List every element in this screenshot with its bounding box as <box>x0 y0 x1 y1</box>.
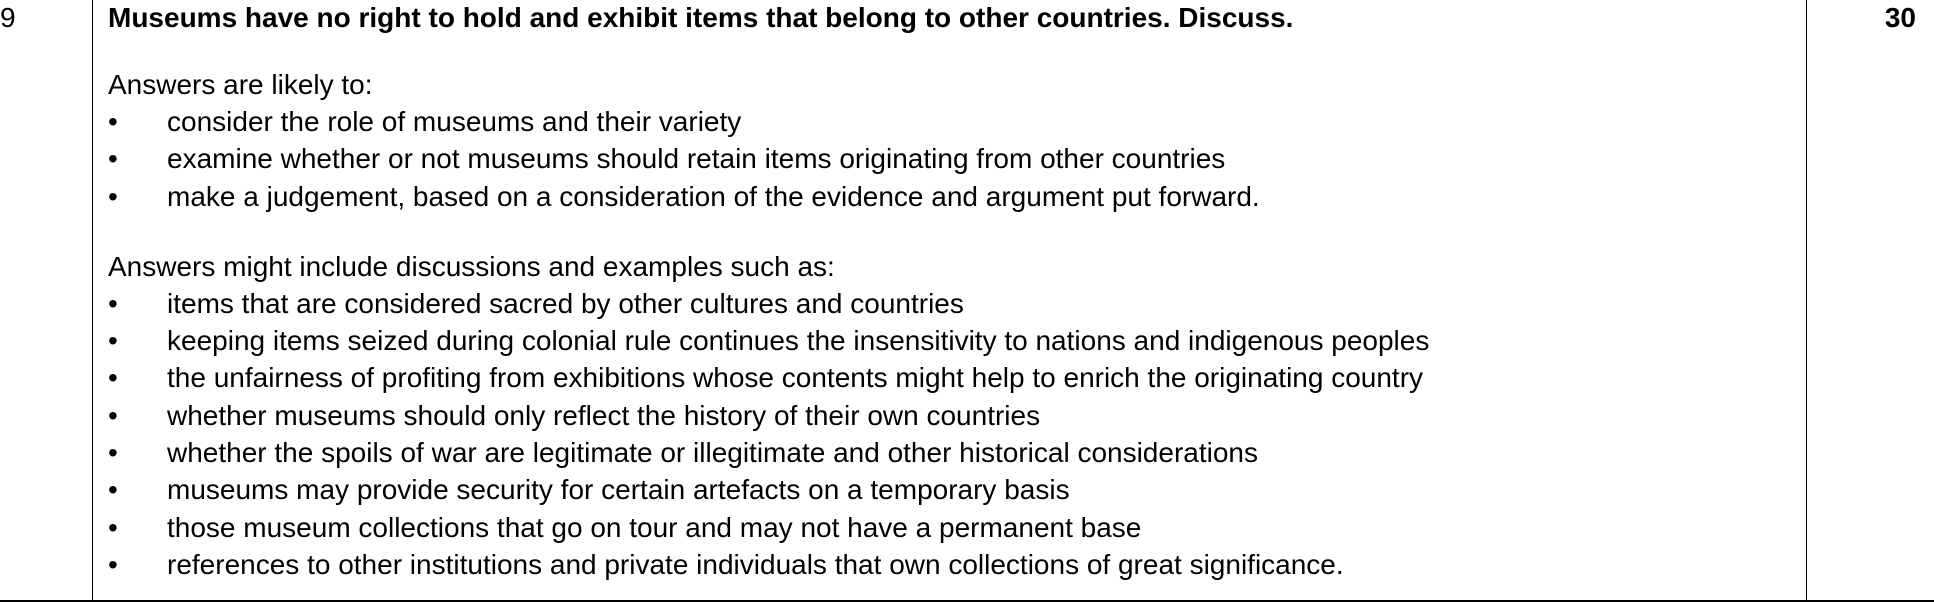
bullet-icon: • <box>108 362 118 394</box>
list-item-text: references to other institutions and pri… <box>167 548 1344 580</box>
column-divider-left <box>92 0 93 600</box>
list-item-text: whether the spoils of war are legitimate… <box>167 437 1258 469</box>
likely-answers-list: • consider the role of museums and their … <box>108 103 1798 215</box>
list-item-text: consider the role of museums and their v… <box>167 106 742 137</box>
list-item: • make a judgement, based on a considerat… <box>108 178 1798 215</box>
list-item: • keeping items seized during colonial ru… <box>108 322 1798 359</box>
list-item: • references to other institutions and pr… <box>108 546 1798 583</box>
bullet-icon: • <box>108 180 118 212</box>
marks-value: 30 <box>1884 2 1916 33</box>
bullet-icon: • <box>108 511 118 543</box>
list-item: • museums may provide security for certai… <box>108 471 1798 508</box>
examples-list: • items that are considered sacred by oth… <box>108 285 1798 583</box>
bullet-icon: • <box>108 474 118 506</box>
section-title-likely: Answers are likely to: <box>108 69 373 100</box>
list-item-text: make a judgement, based on a considerati… <box>167 180 1260 212</box>
bullet-icon: • <box>108 325 118 357</box>
list-item: • consider the role of museums and their … <box>108 103 1798 140</box>
list-item-text: museums may provide security for certain… <box>167 474 1070 506</box>
list-item: • the unfairness of profiting from exhibi… <box>108 359 1798 396</box>
answer-guidance: Museums have no right to hold and exhibi… <box>108 0 1798 583</box>
list-item-text: items that are considered sacred by othe… <box>167 287 964 319</box>
bullet-icon: • <box>108 548 118 580</box>
bullet-icon: • <box>108 287 118 319</box>
mark-scheme-table: 9 Museums have no right to hold and exhi… <box>0 0 1934 602</box>
section-title-examples: Answers might include discussions and ex… <box>108 250 835 282</box>
bullet-icon: • <box>108 399 118 431</box>
list-item: • examine whether or not museums should r… <box>108 140 1798 177</box>
question-number: 9 <box>0 2 16 33</box>
list-item: • whether the spoils of war are legitimat… <box>108 434 1798 471</box>
list-item: • those museum collections that go on tou… <box>108 509 1798 546</box>
list-item: • whether museums should only reflect the… <box>108 397 1798 434</box>
list-item-text: those museum collections that go on tour… <box>167 511 1142 543</box>
bullet-icon: • <box>108 437 118 469</box>
list-item-text: the unfairness of profiting from exhibit… <box>167 362 1424 394</box>
list-item: • items that are considered sacred by oth… <box>108 285 1798 322</box>
bullet-icon: • <box>108 106 118 137</box>
bullet-icon: • <box>108 143 118 175</box>
column-divider-right <box>1806 0 1807 600</box>
list-item-text: keeping items seized during colonial rul… <box>167 325 1430 357</box>
list-item-text: examine whether or not museums should re… <box>167 143 1226 175</box>
question-text: Museums have no right to hold and exhibi… <box>108 2 1294 33</box>
list-item-text: whether museums should only reflect the … <box>167 399 1041 431</box>
